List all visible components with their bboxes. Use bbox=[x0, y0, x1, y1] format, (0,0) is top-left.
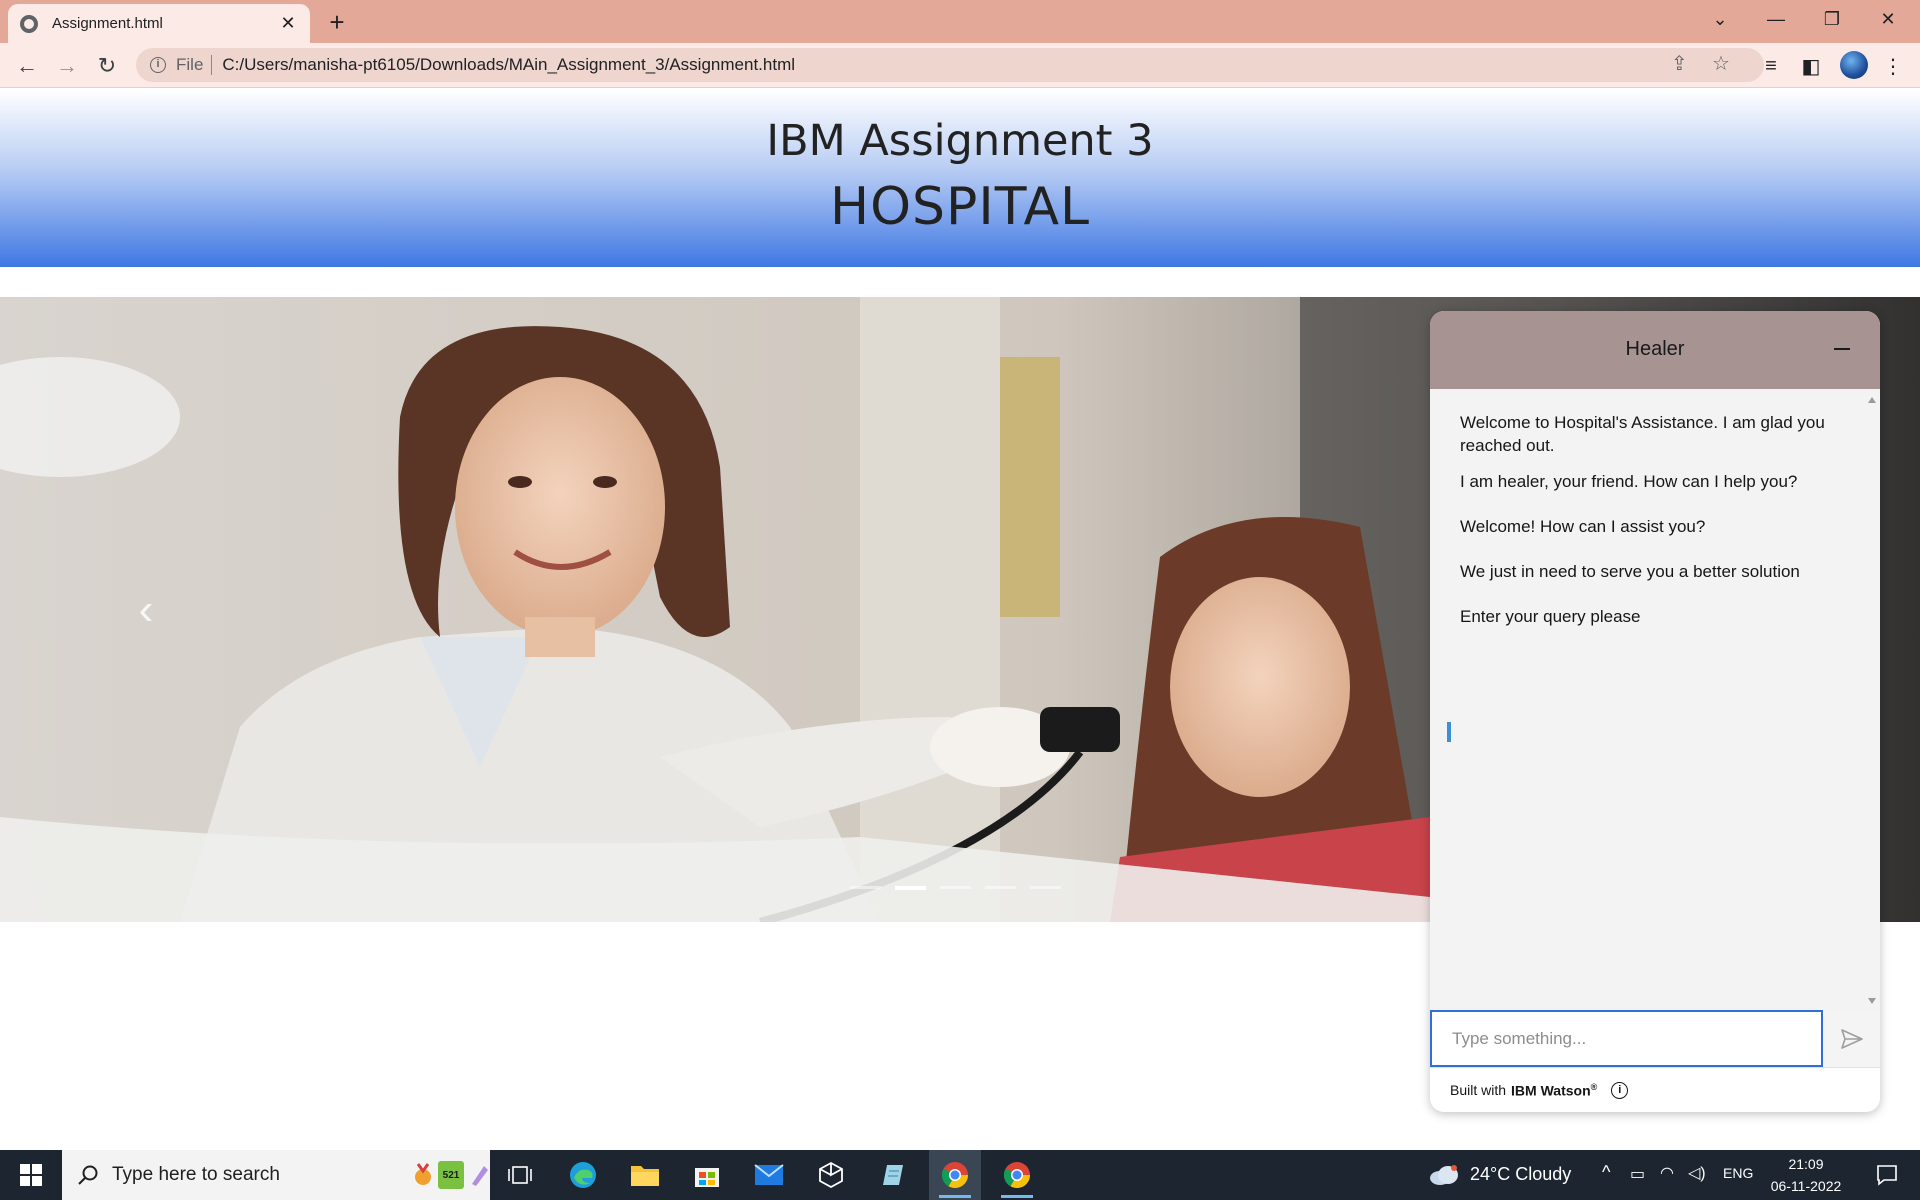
page-header: IBM Assignment 3 HOSPITAL bbox=[0, 89, 1920, 267]
bookmark-star-icon[interactable]: ☆ bbox=[1712, 51, 1730, 76]
close-window-button[interactable]: ✕ bbox=[1860, 0, 1916, 38]
search-highlight-icon[interactable]: 521 bbox=[412, 1161, 490, 1189]
footer-brand: IBM Watson® bbox=[1511, 1082, 1597, 1099]
carousel-indicators bbox=[850, 886, 1061, 890]
windows-taskbar: Type here to search 521 24°C Cloudy ^ ▭ … bbox=[0, 1150, 1920, 1200]
carousel-indicator[interactable] bbox=[895, 886, 926, 890]
menu-kebab-icon[interactable]: ⋮ bbox=[1880, 53, 1906, 79]
chat-title: Healer bbox=[1625, 338, 1685, 360]
chat-message: Welcome! How can I assist you? bbox=[1460, 517, 1706, 536]
taskbar-clock[interactable]: 21:09 06-11-2022 bbox=[1766, 1153, 1846, 1197]
carousel-indicator[interactable] bbox=[940, 886, 971, 889]
carousel-indicator[interactable] bbox=[1030, 886, 1061, 889]
edge-browser-icon[interactable] bbox=[557, 1150, 609, 1200]
page-title: HOSPITAL bbox=[829, 177, 1090, 237]
mail-icon[interactable] bbox=[743, 1150, 795, 1200]
chrome-window-icon[interactable] bbox=[991, 1150, 1043, 1200]
notifications-icon[interactable] bbox=[1862, 1150, 1912, 1200]
carousel-indicator[interactable] bbox=[850, 886, 881, 889]
tab-close-icon[interactable]: ✕ bbox=[278, 13, 298, 34]
tab-title: Assignment.html bbox=[52, 15, 163, 32]
chat-message: Enter your query please bbox=[1460, 607, 1641, 626]
chat-footer: Built with IBM Watson® i bbox=[1430, 1067, 1880, 1112]
taskbar-search-placeholder: Type here to search bbox=[112, 1164, 280, 1185]
info-icon[interactable]: i bbox=[1611, 1081, 1629, 1099]
taskbar-search-box[interactable]: Type here to search 521 bbox=[62, 1150, 490, 1200]
registered-mark: ® bbox=[1590, 1081, 1598, 1092]
task-view-icon[interactable] bbox=[494, 1150, 546, 1200]
side-panel-icon[interactable]: ◧ bbox=[1798, 53, 1824, 79]
share-icon[interactable]: ⇪ bbox=[1671, 51, 1688, 76]
minimize-window-button[interactable]: — bbox=[1748, 0, 1804, 38]
reload-icon[interactable]: ↻ bbox=[90, 49, 124, 83]
search-icon bbox=[78, 1165, 98, 1185]
carousel-prev-arrow-icon[interactable]: ‹ bbox=[128, 585, 164, 635]
profile-avatar[interactable] bbox=[1840, 51, 1868, 79]
back-arrow-icon[interactable]: ← bbox=[10, 49, 44, 83]
browser-tab-active[interactable]: Assignment.html ✕ bbox=[8, 4, 310, 43]
chat-message: I am healer, your friend. How can I help… bbox=[1460, 472, 1798, 491]
restore-window-button[interactable]: ❐ bbox=[1804, 0, 1860, 38]
scroll-down-arrow-icon[interactable] bbox=[1868, 998, 1876, 1004]
microsoft-store-icon[interactable] bbox=[681, 1150, 733, 1200]
address-bar[interactable]: i File C:/Users/manisha-pt6105/Downloads… bbox=[136, 48, 1764, 82]
battery-icon[interactable]: ▭ bbox=[1630, 1164, 1645, 1184]
chat-header: Healer bbox=[1430, 311, 1880, 389]
chat-message-list[interactable]: Welcome to Hospital's Assistance. I am g… bbox=[1430, 389, 1880, 1010]
clock-time: 21:09 bbox=[1788, 1156, 1824, 1172]
forward-arrow-icon[interactable]: → bbox=[50, 49, 84, 83]
chrome-window-icon[interactable] bbox=[929, 1150, 981, 1200]
globe-icon bbox=[20, 14, 38, 33]
browser-tab-strip: Assignment.html ✕ + ⌄ — ❐ ✕ bbox=[0, 0, 1920, 43]
tab-search-chevron-icon[interactable]: ⌄ bbox=[1692, 0, 1748, 38]
volume-icon[interactable]: ◁) bbox=[1688, 1163, 1706, 1183]
chat-message: Welcome to Hospital's Assistance. I am g… bbox=[1460, 413, 1825, 455]
weather-text[interactable]: 24°C Cloudy bbox=[1470, 1164, 1571, 1185]
show-hidden-icons-chevron-icon[interactable]: ^ bbox=[1602, 1162, 1610, 1183]
clock-date: 06-11-2022 bbox=[1770, 1178, 1842, 1194]
3d-cube-app-icon[interactable] bbox=[805, 1150, 857, 1200]
url-separator bbox=[211, 55, 213, 75]
url-scheme-label: File bbox=[176, 55, 204, 74]
windows-start-icon[interactable] bbox=[8, 1150, 54, 1200]
footer-brand-text: IBM Watson bbox=[1511, 1082, 1591, 1099]
message-focus-indicator bbox=[1447, 722, 1451, 742]
minimize-chat-button[interactable] bbox=[1834, 348, 1850, 350]
wifi-icon[interactable]: ◠ bbox=[1660, 1163, 1674, 1183]
send-icon[interactable] bbox=[1823, 1010, 1880, 1067]
new-tab-button[interactable]: + bbox=[322, 8, 352, 38]
browser-toolbar: ← → ↻ i File C:/Users/manisha-pt6105/Dow… bbox=[0, 43, 1920, 88]
weather-cloud-icon[interactable] bbox=[1424, 1150, 1464, 1200]
scroll-up-arrow-icon[interactable] bbox=[1868, 397, 1876, 403]
notepad-app-icon[interactable] bbox=[867, 1150, 919, 1200]
chat-widget: Healer Welcome to Hospital's Assistance.… bbox=[1430, 311, 1880, 1112]
media-queue-icon[interactable]: ≡ bbox=[1758, 53, 1784, 79]
site-info-icon[interactable]: i bbox=[150, 57, 166, 73]
language-indicator[interactable]: ENG bbox=[1723, 1165, 1753, 1181]
chat-message: We just in need to serve you a better so… bbox=[1460, 562, 1800, 581]
calendar-badge-count: 521 bbox=[442, 1170, 460, 1181]
url-text[interactable]: C:/Users/manisha-pt6105/Downloads/MAin_A… bbox=[222, 55, 795, 75]
carousel-indicator[interactable] bbox=[985, 886, 1016, 889]
chat-message-input[interactable] bbox=[1430, 1010, 1823, 1067]
page-subtitle: IBM Assignment 3 bbox=[766, 116, 1154, 166]
file-explorer-icon[interactable] bbox=[619, 1150, 671, 1200]
footer-prefix: Built with bbox=[1450, 1082, 1507, 1098]
